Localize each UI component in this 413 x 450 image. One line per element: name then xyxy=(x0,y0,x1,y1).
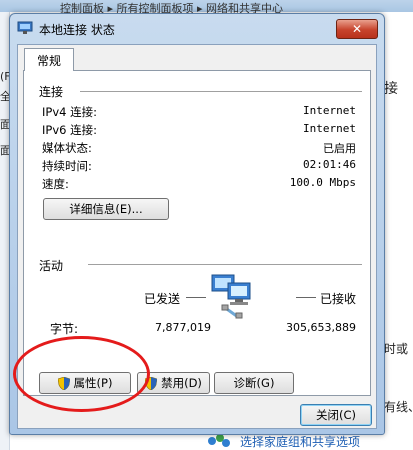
connection-heading: 连接 xyxy=(39,85,64,99)
media-state-label: 媒体状态: xyxy=(42,141,92,155)
close-icon: ✕ xyxy=(351,22,363,36)
received-label: 已接收 xyxy=(320,292,357,306)
details-button-label: 详细信息(E)... xyxy=(69,202,143,216)
tab-general-label: 常规 xyxy=(36,53,61,68)
ipv4-label: IPv4 连接: xyxy=(42,105,97,119)
general-tab-panel: 连接 IPv4 连接: Internet IPv6 连接: Internet 媒… xyxy=(23,70,371,396)
parent-right-fragment: 时或 xyxy=(384,342,409,356)
close-button-label: 关闭(C) xyxy=(315,408,356,422)
homegroup-sharing-link[interactable]: 选择家庭组和共享选项 xyxy=(240,433,360,450)
uac-shield-icon xyxy=(145,376,158,390)
sent-label: 已发送 xyxy=(144,292,181,306)
disable-button[interactable]: 禁用(D) xyxy=(137,372,210,394)
properties-button-label: 属性(P) xyxy=(73,376,113,390)
sent-bytes: 7,877,019 xyxy=(155,321,211,334)
properties-button[interactable]: 属性(P) xyxy=(39,372,131,394)
duration-value: 02:01:46 xyxy=(303,158,356,171)
connection-separator xyxy=(80,91,362,92)
close-button[interactable]: 关闭(C) xyxy=(300,404,372,426)
parent-window-titlebar: 控制面板 ▸ 所有控制面板项 ▸ 网络和共享中心 xyxy=(0,0,413,15)
sent-dash xyxy=(186,297,206,298)
received-dash xyxy=(296,297,316,298)
duration-label: 持续时间: xyxy=(42,159,92,173)
diagnose-button-label: 诊断(G) xyxy=(233,376,275,390)
dialog-client-area: 常规 连接 IPv4 连接: Internet IPv6 连接: Interne… xyxy=(17,44,377,429)
parent-right-fragment: 接 xyxy=(384,81,398,97)
speed-label: 速度: xyxy=(42,177,69,191)
connection-status-dialog: 本地连接 状态 ✕ 常规 连接 IPv4 连接: Internet IPv6 连… xyxy=(9,13,385,435)
close-window-button[interactable]: ✕ xyxy=(336,19,378,39)
ipv4-value: Internet xyxy=(303,104,356,117)
disable-button-label: 禁用(D) xyxy=(161,376,202,390)
media-state-value: 已启用 xyxy=(323,142,356,155)
diagnose-button[interactable]: 诊断(G) xyxy=(214,372,294,394)
network-activity-icon xyxy=(211,274,251,319)
parent-right-fragment: 有线、 xyxy=(384,400,413,414)
ipv6-label: IPv6 连接: xyxy=(42,123,97,137)
uac-shield-icon xyxy=(57,376,70,390)
ipv6-value: Internet xyxy=(303,122,356,135)
tab-general[interactable]: 常规 xyxy=(24,48,74,71)
activity-separator xyxy=(88,264,362,265)
network-adapter-icon xyxy=(17,21,33,34)
received-bytes: 305,653,889 xyxy=(286,321,356,334)
speed-value: 100.0 Mbps xyxy=(289,176,356,189)
dialog-title: 本地连接 状态 xyxy=(39,23,115,37)
details-button[interactable]: 详细信息(E)... xyxy=(43,198,169,220)
activity-heading: 活动 xyxy=(39,259,64,273)
bytes-label: 字节: xyxy=(50,322,79,336)
